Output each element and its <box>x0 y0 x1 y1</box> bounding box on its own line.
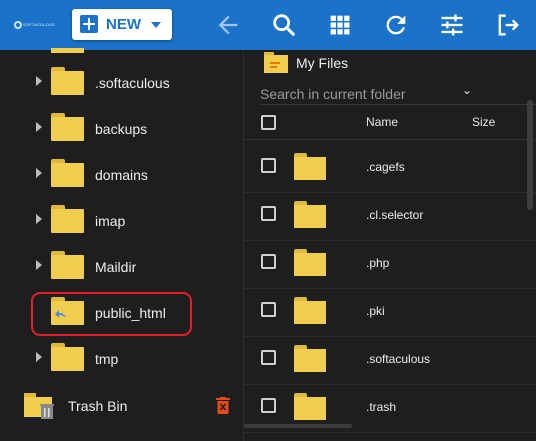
new-button-label: NEW <box>106 16 141 33</box>
tree-item-label: tmp <box>95 351 119 367</box>
expand-arrow-icon[interactable] <box>36 214 42 224</box>
folder-icon <box>294 345 326 372</box>
row-checkbox[interactable] <box>261 254 276 269</box>
grid-view-icon[interactable] <box>326 11 354 39</box>
expand-arrow-icon[interactable] <box>36 122 42 132</box>
folder-icon <box>51 159 84 187</box>
top-toolbar: SOFTACULOUS NEW <box>0 0 536 50</box>
logout-icon[interactable] <box>494 11 522 39</box>
folder-icon <box>51 113 84 141</box>
table-row[interactable]: .cagefs <box>244 145 536 193</box>
row-checkbox[interactable] <box>261 350 276 365</box>
chevron-down-icon[interactable] <box>151 22 161 28</box>
trash-folder-icon <box>24 393 54 419</box>
table-row[interactable]: .php <box>244 241 536 289</box>
refresh-icon[interactable] <box>382 11 410 39</box>
file-list-pane: My Files Search in current folder ⌄ Name… <box>244 50 536 441</box>
folder-icon <box>294 249 326 276</box>
file-name: .trash <box>366 400 397 414</box>
folder-icon <box>294 201 326 228</box>
tree-item-label: domains <box>95 167 148 183</box>
folder-icon <box>51 343 84 371</box>
page-title: My Files <box>296 55 349 71</box>
row-checkbox[interactable] <box>261 302 276 317</box>
row-checkbox[interactable] <box>261 158 276 173</box>
brand-logo: SOFTACULOUS <box>14 18 55 32</box>
expand-arrow-icon[interactable] <box>36 260 42 270</box>
tree-item-tmp[interactable]: tmp <box>0 336 244 382</box>
trash-bin-label: Trash Bin <box>68 398 128 414</box>
folder-icon <box>51 251 84 279</box>
select-all-checkbox[interactable] <box>261 115 276 130</box>
search-underline <box>260 104 536 105</box>
row-checkbox[interactable] <box>261 398 276 413</box>
expand-arrow-icon[interactable] <box>36 168 42 178</box>
column-header-name[interactable]: Name <box>366 115 398 129</box>
file-name: .cagefs <box>366 160 405 174</box>
empty-trash-icon[interactable] <box>216 397 230 414</box>
folder-icon <box>294 393 326 420</box>
tree-item-label: Maildir <box>95 259 137 275</box>
tree-item-domains[interactable]: domains <box>0 152 244 198</box>
folder-icon <box>294 297 326 324</box>
folder-icon <box>51 48 84 53</box>
highlight-annotation <box>31 292 192 336</box>
tree-item-backups[interactable]: backups <box>0 106 244 152</box>
table-row[interactable]: .pki <box>244 289 536 337</box>
back-icon[interactable] <box>214 11 242 39</box>
vertical-scrollbar[interactable] <box>527 100 533 210</box>
expand-arrow-icon[interactable] <box>36 76 42 86</box>
table-row[interactable]: .cl.selector <box>244 193 536 241</box>
tree-item-maildir[interactable]: Maildir <box>0 244 244 290</box>
table-row[interactable]: .softaculous <box>244 337 536 385</box>
brand-text: SOFTACULOUS <box>23 22 55 27</box>
file-name: .softaculous <box>366 352 431 366</box>
tree-item-softaculous[interactable]: .softaculous <box>0 60 244 106</box>
tree-item-imap[interactable]: imap <box>0 198 244 244</box>
search-input[interactable]: Search in current folder <box>260 86 406 102</box>
plus-icon <box>80 15 98 33</box>
header-divider <box>244 139 536 140</box>
new-button[interactable]: NEW <box>72 9 172 40</box>
expand-arrow-icon[interactable] <box>36 352 42 362</box>
horizontal-scrollbar[interactable] <box>244 424 352 428</box>
folder-tree: .softaculous backups domains imap Maildi… <box>0 48 244 441</box>
column-header-size[interactable]: Size <box>472 115 495 129</box>
tree-item-label: backups <box>95 121 148 137</box>
row-checkbox[interactable] <box>261 206 276 221</box>
brand-mark-icon <box>14 21 22 29</box>
chevron-down-icon[interactable]: ⌄ <box>462 83 472 97</box>
settings-sliders-icon[interactable] <box>438 11 466 39</box>
my-files-folder-icon <box>264 52 288 73</box>
trash-bin-item[interactable]: Trash Bin <box>0 388 244 428</box>
file-name: .php <box>366 256 390 270</box>
folder-icon <box>294 153 326 180</box>
folder-icon <box>51 205 84 233</box>
tree-item-label: .softaculous <box>95 75 170 91</box>
file-name: .cl.selector <box>366 208 424 222</box>
search-icon[interactable] <box>270 11 298 39</box>
tree-item-label: imap <box>95 213 126 229</box>
folder-icon <box>51 67 84 95</box>
file-name: .pki <box>366 304 385 318</box>
